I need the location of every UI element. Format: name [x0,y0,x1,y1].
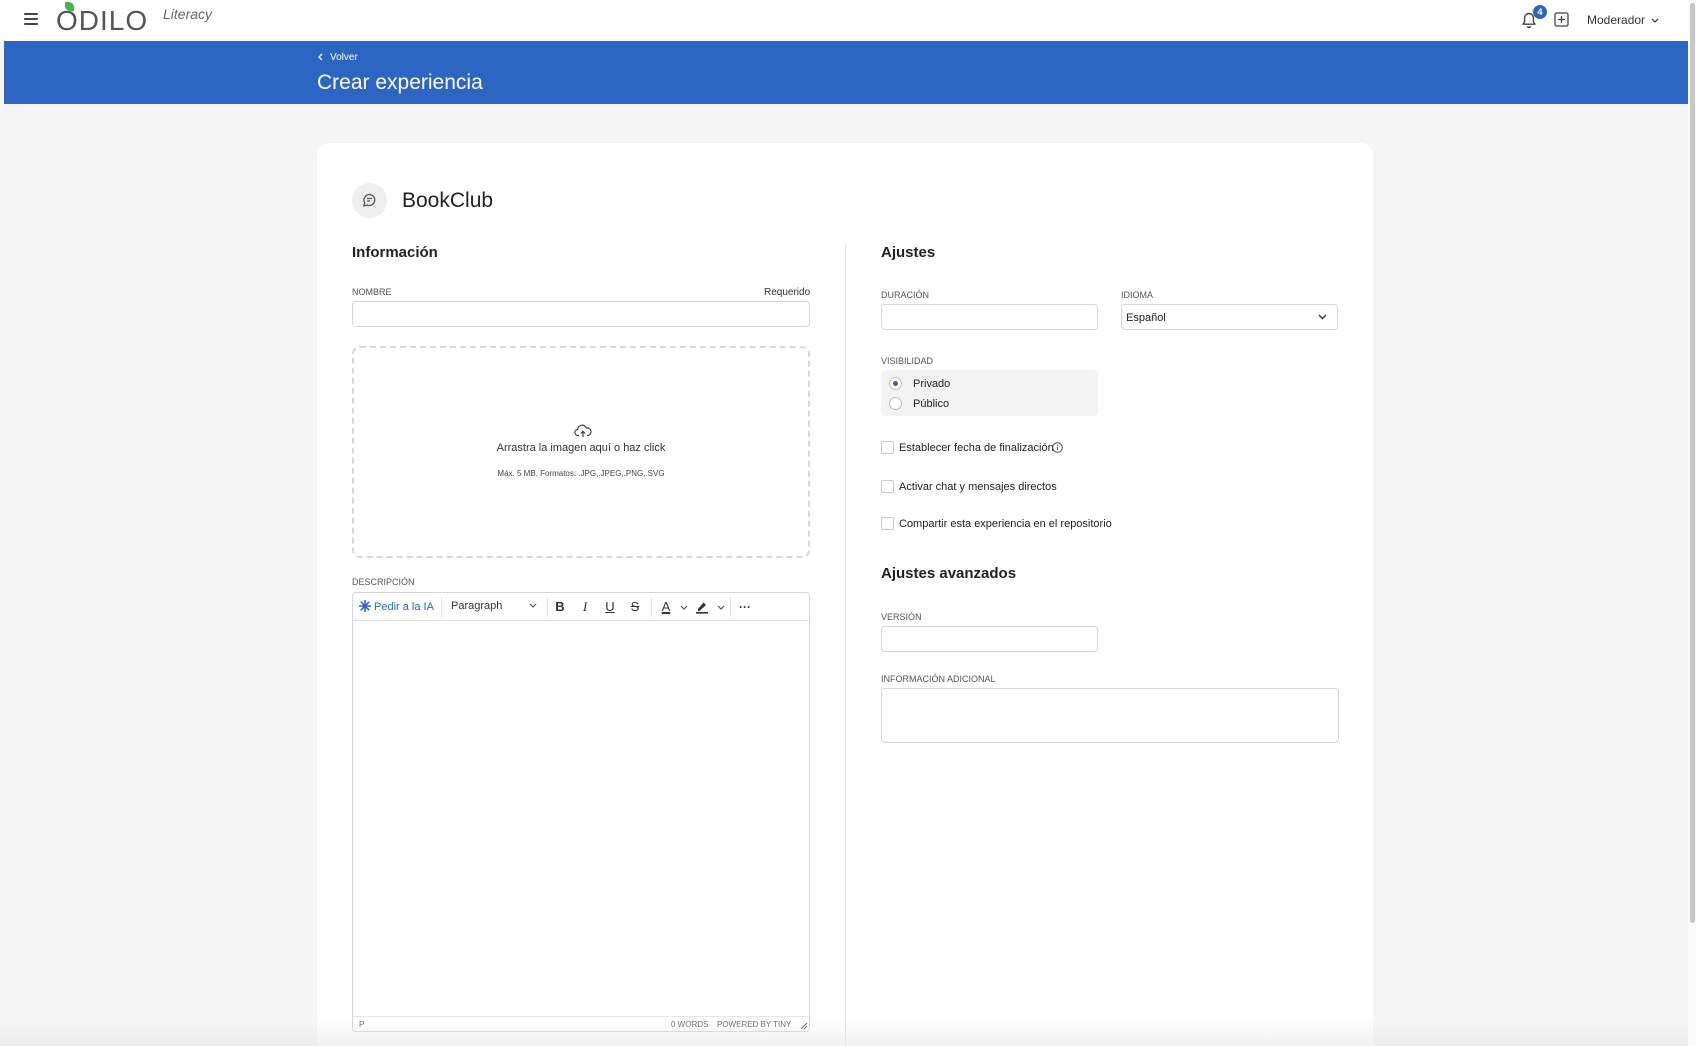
description-editor[interactable]: Pedir a la IA Paragraph B I U S A ··· P … [352,592,810,1032]
settings-section-title: Ajustes [881,244,936,261]
user-role-menu[interactable]: Moderador [1587,13,1659,27]
logo-subtitle: Literacy [163,6,213,22]
duration-input[interactable] [881,304,1098,330]
back-link[interactable]: Volver [318,52,358,63]
editor-toolbar: Pedir a la IA Paragraph B I U S A ··· [353,593,809,621]
italic-button[interactable]: I [575,598,595,616]
visibility-label: VISIBILIDAD [881,356,934,366]
toolbar-separator [441,597,442,617]
text-color-button[interactable]: A [656,598,676,616]
sparkle-icon [358,599,372,613]
radio-button[interactable] [889,377,902,390]
back-label: Volver [330,52,358,63]
dropzone-hint: Máx. 5 MB. Formatos: .JPG,.JPEG,.PNG,.SV… [497,469,665,478]
powered-by-link[interactable]: POWERED BY TINY [717,1020,791,1029]
top-bar: ODILO Literacy 4 Moderador [0,0,1688,41]
dropzone-text: Arrastra la imagen aquí o haz click [496,442,666,454]
chat-checkbox[interactable] [881,480,894,493]
chat-label: Activar chat y mensajes directos [899,481,1057,493]
chevron-down-icon[interactable] [717,605,725,611]
user-role-label: Moderador [1587,13,1646,27]
visibility-option-label: Público [913,398,950,410]
visibility-option-label: Privado [913,378,951,390]
block-format-value: Paragraph [451,600,503,612]
strikethrough-button[interactable]: S [625,598,645,616]
language-value: Español [1126,312,1166,324]
hamburger-menu-icon[interactable] [24,13,38,25]
chevron-left-icon [318,53,323,61]
chevron-down-icon [1318,314,1327,320]
info-circle-icon[interactable] [1052,442,1063,453]
experience-name: BookClub [402,189,494,212]
notifications-badge: 4 [1533,5,1547,19]
duration-label: DURACIÓN [881,290,930,300]
version-input[interactable] [881,626,1098,652]
element-path: P [359,1020,365,1029]
bold-button[interactable]: B [550,598,570,616]
language-select[interactable]: Español [1121,304,1338,330]
column-divider [845,243,846,1046]
ask-ai-button[interactable]: Pedir a la IA [358,599,434,613]
end-date-checkbox[interactable] [881,441,894,454]
language-label: IDIOMA [1121,290,1154,300]
word-count: 0 WORDS [671,1020,709,1029]
page-scrollbar-thumb[interactable] [1690,3,1695,923]
underline-button[interactable]: U [600,598,620,616]
image-dropzone[interactable]: Arrastra la imagen aquí o haz click Máx.… [352,346,810,558]
radio-button[interactable] [889,397,902,410]
required-label: Requerido [764,287,811,298]
ask-ai-label: Pedir a la IA [374,601,434,613]
more-options-button[interactable]: ··· [735,598,755,616]
toolbar-separator [730,597,731,617]
name-input[interactable] [352,301,810,327]
share-checkbox[interactable] [881,517,894,530]
page-header-banner: Volver Crear experiencia [4,41,1688,104]
description-label: DESCRIPCIÓN [352,577,415,587]
page-title: Crear experiencia [317,71,483,94]
logo-leaf-icon [65,2,74,11]
chevron-down-icon[interactable] [680,605,688,611]
block-format-select[interactable]: Paragraph [451,600,541,612]
highlighter-icon[interactable] [695,600,709,614]
share-label: Compartir esta experiencia en el reposit… [899,518,1112,530]
end-date-label: Establecer fecha de finalización [899,442,1054,454]
toolbar-separator [547,597,548,617]
version-label: VERSIÓN [881,612,922,622]
editor-status-bar: P 0 WORDS POWERED BY TINY [353,1016,809,1031]
advanced-section-title: Ajustes avanzados [881,565,1017,582]
visibility-radio-group: Privado Público [881,370,1098,416]
chevron-down-icon [1651,18,1659,23]
info-section-title: Información [352,244,438,261]
chat-bubble-icon [363,193,376,207]
chevron-down-icon [529,603,537,608]
toolbar-separator [651,597,652,617]
resize-handle-icon[interactable] [800,1022,808,1030]
extra-info-label: INFORMACIÓN ADICIONAL [881,674,996,684]
experience-type-icon [352,183,387,218]
add-square-icon[interactable] [1554,12,1569,27]
extra-info-textarea[interactable] [881,688,1339,743]
cloud-upload-icon [574,424,592,437]
name-label: NOMBRE [352,287,392,297]
